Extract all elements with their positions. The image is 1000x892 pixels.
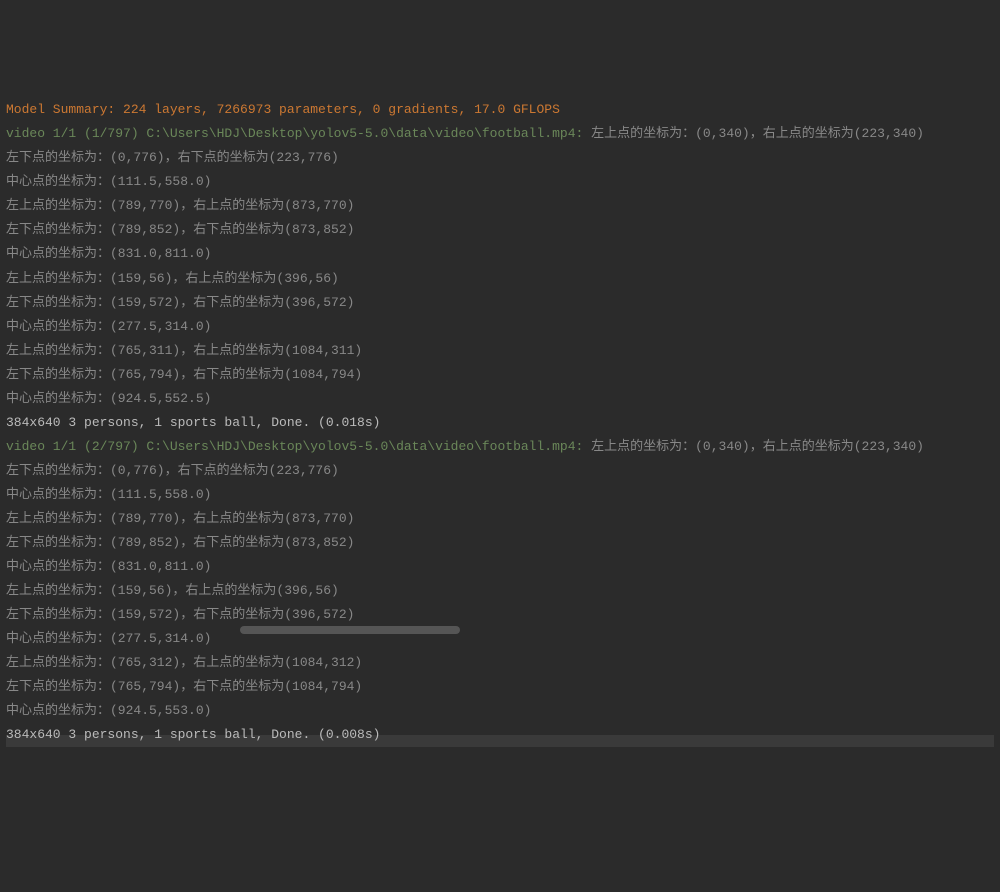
coord-line: 中心点的坐标为：(831.0,811.0) (6, 555, 994, 579)
coord-line: 左下点的坐标为：(159,572)，右下点的坐标为(396,572) (6, 291, 994, 315)
coord-line: 左上点的坐标为：(765,311)，右上点的坐标为(1084,311) (6, 339, 994, 363)
coord-text: 左上点的坐标为：(0,340)，右上点的坐标为(223,340) (591, 439, 924, 454)
coord-line: 左上点的坐标为：(765,312)，右上点的坐标为(1084,312) (6, 651, 994, 675)
coord-line: 中心点的坐标为：(111.5,558.0) (6, 483, 994, 507)
coord-line: 中心点的坐标为：(277.5,314.0) (6, 315, 994, 339)
coord-line: 左上点的坐标为：(789,770)，右上点的坐标为(873,770) (6, 507, 994, 531)
detection-result-line: 384x640 3 persons, 1 sports ball, Done. … (6, 723, 994, 747)
video-path-text: video 1/1 (1/797) C:\Users\HDJ\Desktop\y… (6, 126, 591, 141)
coord-text: 左上点的坐标为：(0,340)，右上点的坐标为(223,340) (591, 126, 924, 141)
coord-line: 左下点的坐标为：(789,852)，右下点的坐标为(873,852) (6, 218, 994, 242)
coord-line: 左下点的坐标为：(789,852)，右下点的坐标为(873,852) (6, 531, 994, 555)
terminal-output[interactable]: Model Summary: 224 layers, 7266973 param… (6, 98, 994, 747)
coord-line: 中心点的坐标为：(924.5,553.0) (6, 699, 994, 723)
coord-line: 中心点的坐标为：(924.5,552.5) (6, 387, 994, 411)
horizontal-scrollbar[interactable] (240, 626, 460, 634)
detection-result-line: 384x640 3 persons, 1 sports ball, Done. … (6, 411, 994, 435)
coord-line: 左上点的坐标为：(789,770)，右上点的坐标为(873,770) (6, 194, 994, 218)
coord-line: 中心点的坐标为：(277.5,314.0) (6, 627, 994, 651)
coord-line: 左下点的坐标为：(0,776)，右下点的坐标为(223,776) (6, 459, 994, 483)
coord-line: 中心点的坐标为：(831.0,811.0) (6, 242, 994, 266)
video-path-text: video 1/1 (2/797) C:\Users\HDJ\Desktop\y… (6, 439, 591, 454)
coord-line: 左下点的坐标为：(765,794)，右下点的坐标为(1084,794) (6, 363, 994, 387)
coord-line: 中心点的坐标为：(111.5,558.0) (6, 170, 994, 194)
video-header-line: video 1/1 (1/797) C:\Users\HDJ\Desktop\y… (6, 122, 994, 146)
model-summary-line: Model Summary: 224 layers, 7266973 param… (6, 98, 994, 122)
coord-line: 左下点的坐标为：(159,572)，右下点的坐标为(396,572) (6, 603, 994, 627)
video-header-line: video 1/1 (2/797) C:\Users\HDJ\Desktop\y… (6, 435, 994, 459)
coord-line: 左上点的坐标为：(159,56)，右上点的坐标为(396,56) (6, 579, 994, 603)
coord-line: 左下点的坐标为：(0,776)，右下点的坐标为(223,776) (6, 146, 994, 170)
coord-line: 左上点的坐标为：(159,56)，右上点的坐标为(396,56) (6, 267, 994, 291)
coord-line: 左下点的坐标为：(765,794)，右下点的坐标为(1084,794) (6, 675, 994, 699)
